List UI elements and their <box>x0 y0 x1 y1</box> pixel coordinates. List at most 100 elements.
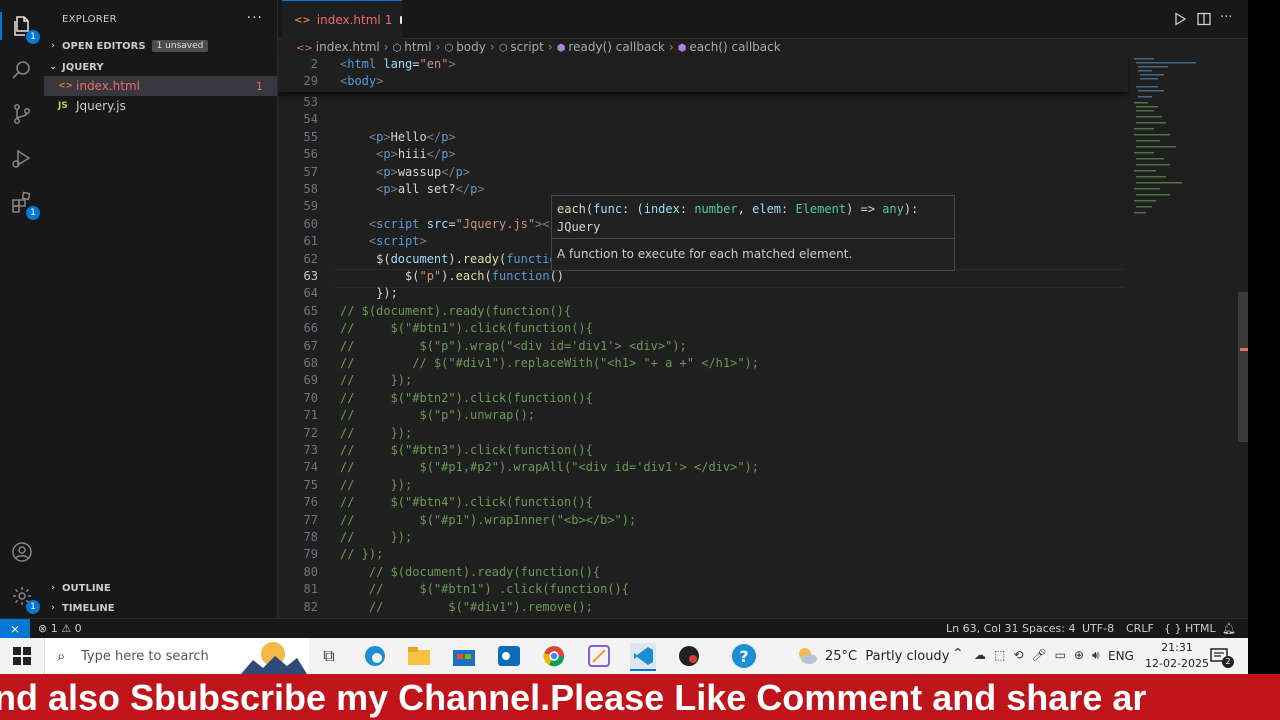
code-line[interactable]: // $("#div1").remove(); <box>340 600 593 614</box>
editor-tabs: <> index.html 1 ··· <box>278 0 1248 39</box>
weather-text[interactable]: 25°C Partly cloudy <box>825 649 949 664</box>
open-editors-section[interactable]: › OPEN EDITORS 1 unsaved <box>44 36 277 56</box>
line-ending[interactable]: CRLF <box>1126 622 1154 635</box>
breadcrumb-label: html <box>404 40 432 54</box>
breadcrumb-item[interactable]: ⬢ each() callback <box>678 40 781 54</box>
breadcrumb-item[interactable]: ⬡ html <box>393 40 432 54</box>
code-line[interactable]: <body> <box>340 74 383 88</box>
encoding[interactable]: UTF-8 <box>1082 622 1114 635</box>
code-line[interactable]: // $("#btn1").click(function(){ <box>340 321 593 335</box>
outlook-icon[interactable] <box>496 643 522 669</box>
scrollbar-thumb[interactable] <box>1238 292 1248 442</box>
code-line[interactable]: // $("#btn1") .click(function(){ <box>340 582 629 596</box>
breadcrumb-item[interactable]: ⬡ body <box>444 40 485 54</box>
code-line[interactable]: // $(document).ready(function(){ <box>340 565 600 579</box>
remote-indicator-icon[interactable]: ⨯ <box>0 619 30 639</box>
problems-indicator[interactable]: ⊗ 1 ⚠ 0 <box>38 622 82 635</box>
breadcrumb-item[interactable]: ⬢ ready() callback <box>557 40 665 54</box>
folder-section[interactable]: ⌄ JQUERY <box>44 57 277 77</box>
chevron-right-icon: › <box>51 603 55 613</box>
code-line[interactable]: // $("#btn3").click(function(){ <box>340 443 593 457</box>
code-line[interactable]: <p>hiii</p> <box>340 147 456 161</box>
code-line[interactable]: // $(document).ready(function(){ <box>340 304 571 318</box>
more-actions-icon[interactable]: ··· <box>247 10 263 26</box>
minimap[interactable] <box>1128 56 1238 618</box>
code-line[interactable]: }); <box>340 286 398 300</box>
code-line[interactable]: $("p").each(function() <box>340 269 564 283</box>
file-name: index.html <box>76 79 140 93</box>
code-line[interactable]: // $("#btn2").click(function(){ <box>340 391 593 405</box>
help-icon[interactable]: ? <box>731 643 757 669</box>
notification-icon[interactable]: 2 <box>1210 646 1234 668</box>
vertical-scrollbar[interactable] <box>1238 56 1248 618</box>
search-icon[interactable] <box>8 56 36 84</box>
cursor-position[interactable]: Ln 63, Col 31 <box>946 622 1019 635</box>
code-line[interactable]: <script src="Jquery.js"></s <box>340 217 564 231</box>
code-line[interactable]: // }); <box>340 478 412 492</box>
accounts-icon[interactable] <box>8 538 36 566</box>
task-view-icon[interactable]: ⧉ <box>316 643 342 669</box>
code-line[interactable]: $(document).ready(function <box>340 252 564 266</box>
taskbar-search[interactable]: ⌕ Type here to search <box>44 638 309 674</box>
line-number: 57 <box>303 165 318 179</box>
sticky-scroll[interactable]: 2 <html lang="en"> 29 <body> <box>278 56 1128 92</box>
language-mode[interactable]: { } HTML <box>1164 622 1216 635</box>
file-item-jquery-js[interactable]: JS Jquery.js <box>44 96 277 116</box>
html-file-icon: <> <box>58 81 74 91</box>
code-line[interactable]: <script> <box>340 234 427 248</box>
run-debug-icon[interactable] <box>8 144 36 172</box>
file-explorer-icon[interactable] <box>406 643 432 669</box>
code-line[interactable]: // }); <box>340 426 412 440</box>
outline-section[interactable]: › OUTLINE <box>44 578 277 598</box>
run-icon[interactable] <box>1172 11 1188 27</box>
breadcrumb-item[interactable]: ⬡ script <box>499 40 544 54</box>
store-icon[interactable] <box>451 643 477 669</box>
function-icon: ⬢ <box>677 43 687 54</box>
code-line[interactable]: // }); <box>340 547 383 561</box>
code-line[interactable]: <html lang="en"> <box>340 57 456 71</box>
indentation[interactable]: Spaces: 4 <box>1022 622 1075 635</box>
code-line[interactable]: // $("#btn4").click(function(){ <box>340 495 593 509</box>
edge-icon[interactable] <box>362 643 388 669</box>
gear-icon[interactable]: 1 <box>8 582 40 614</box>
app-icon[interactable] <box>676 643 702 669</box>
timeline-section[interactable]: › TIMELINE <box>44 598 277 618</box>
timeline-label: TIMELINE <box>62 602 115 614</box>
chrome-icon[interactable] <box>541 643 567 669</box>
line-number: 72 <box>303 426 318 440</box>
source-control-icon[interactable] <box>8 100 36 128</box>
code-line[interactable]: <p>wassup</p> <box>340 165 470 179</box>
code-line[interactable]: <p>Hello</p> <box>340 130 456 144</box>
breadcrumb-item[interactable]: <> index.html <box>296 40 380 54</box>
search-placeholder: Type here to search <box>81 649 209 664</box>
line-number: 74 <box>303 460 318 474</box>
breadcrumb: <> index.html › ⬡ html › ⬡ body › ⬡ script ›… <box>278 38 1146 56</box>
open-editors-label: OPEN EDITORS <box>62 40 146 52</box>
more-actions-icon[interactable]: ··· <box>1220 11 1236 27</box>
language-indicator[interactable]: ENG <box>1108 649 1134 663</box>
code-line[interactable]: // $("p").unwrap(); <box>340 408 535 422</box>
unsaved-dot-icon[interactable] <box>400 16 402 24</box>
line-number: 62 <box>303 252 318 266</box>
extensions-icon[interactable]: 1 <box>8 188 40 220</box>
code-editor[interactable]: 2 <html lang="en"> 29 <body> 53 54 55 <p>H… <box>278 56 1248 618</box>
clock-date[interactable]: 12-02-2025 <box>1145 657 1209 670</box>
file-item-index-html[interactable]: <> index.html 1 <box>44 76 277 96</box>
code-line[interactable]: <p>all set?</p> <box>340 182 484 196</box>
vscode-icon[interactable] <box>630 643 656 671</box>
explorer-icon[interactable]: 1 <box>8 12 40 44</box>
code-line[interactable]: // // $("#div1").replaceWith("<h1> "+ a … <box>340 356 759 370</box>
chevron-up-icon[interactable]: ⌃ <box>952 646 964 662</box>
code-line[interactable]: // $("p").wrap("<div id='div1'> <div>"); <box>340 339 687 353</box>
split-editor-icon[interactable] <box>1196 11 1212 27</box>
code-line[interactable]: // }); <box>340 373 412 387</box>
snipping-tool-icon[interactable] <box>586 643 612 669</box>
clock-time[interactable]: 21:31 <box>1145 641 1209 654</box>
system-tray-icons[interactable]: ☁⬚⟲🎤︎▭⊕🔊︎ <box>974 648 1108 663</box>
code-line[interactable]: // $("#p1,#p2").wrapAll("<div id='div1'>… <box>340 460 759 474</box>
tab-index-html[interactable]: <> index.html 1 <box>282 0 402 39</box>
windows-start-icon[interactable] <box>9 643 35 669</box>
code-line[interactable]: // }); <box>340 530 412 544</box>
bell-icon[interactable]: 🔔︎ <box>1222 622 1236 635</box>
code-line[interactable]: // $("#p1").wrapInner("<b></b>"); <box>340 513 636 527</box>
